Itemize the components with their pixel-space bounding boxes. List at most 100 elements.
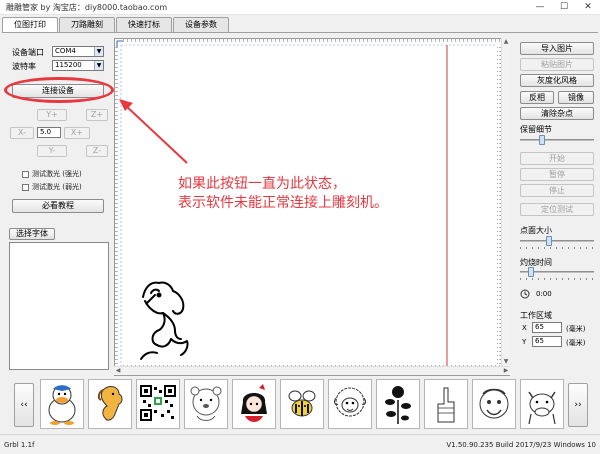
test-laser-strong-label: 测试激光 (强光) (32, 170, 82, 178)
annotation-line-1: 如果此按钮一直为此状态， (178, 176, 346, 192)
maximize-button[interactable]: ☐ (552, 0, 576, 15)
gallery-item-bear[interactable] (184, 379, 228, 429)
jog-y-plus-button[interactable]: Y+ (37, 109, 67, 121)
start-button[interactable]: 开始 (520, 152, 594, 165)
duck-icon (48, 385, 76, 425)
canvas-horizontal-scrollbar[interactable]: ◀ ▶ (114, 366, 510, 375)
hand-icon (437, 387, 455, 423)
keep-detail-slider[interactable] (518, 134, 596, 148)
invert-button[interactable]: 反相 (520, 91, 554, 104)
tab-toolpath-engrave[interactable]: 刀路雕刻 (59, 17, 115, 32)
checkbox-box (22, 183, 29, 191)
slider-ticks (520, 278, 594, 280)
right-panel: 导入图片 粘贴图片 灰度化风格 反相 镜像 清除杂点 保留细节 开始 暂停 停止… (512, 38, 600, 378)
port-select[interactable]: COM4 ▼ (52, 46, 104, 57)
tab-quick-mark[interactable]: 快速打标 (116, 17, 172, 32)
gallery-item-qr-code[interactable] (136, 379, 180, 429)
jog-x-plus-button[interactable]: X+ (64, 127, 90, 139)
top-ruler (121, 39, 501, 43)
jog-step-input[interactable]: 5.0 (37, 127, 61, 138)
flower-icon (385, 386, 411, 424)
minimize-button[interactable]: — (528, 0, 552, 15)
slider-thumb[interactable] (545, 236, 552, 246)
horse-icon (97, 386, 123, 421)
stop-button[interactable]: 停止 (520, 184, 594, 197)
image-gallery: ‹‹ ›› (0, 379, 600, 431)
x-label: X (522, 324, 527, 332)
jog-z-plus-button[interactable]: Z+ (86, 109, 108, 121)
canvas-vertical-scrollbar[interactable]: ▲ ▼ (501, 38, 510, 366)
dot-size-slider[interactable] (518, 235, 596, 249)
scroll-right-icon[interactable]: ▶ (502, 367, 510, 375)
title-bar: 雕雕管家 by 淘宝店：diy8000.taobao.com — ☐ ✕ (0, 0, 600, 15)
tab-device-params[interactable]: 设备参数 (173, 17, 229, 32)
tutorial-button[interactable]: 必看教程 (12, 199, 104, 213)
gallery-item-cow[interactable] (520, 379, 564, 429)
port-value: COM4 (55, 47, 76, 55)
locate-test-button[interactable]: 定位测试 (520, 203, 594, 216)
test-laser-weak-label: 测试激光 (弱光) (32, 183, 82, 191)
software-version: V1.50.90.235 Build 2017/9/23 Windows 10 (446, 440, 596, 449)
status-bar: Grbl 1.1f V1.50.90.235 Build 2017/9/23 W… (0, 434, 600, 454)
work-area-y-input[interactable]: 65 (532, 336, 562, 347)
time-display: 0:00 (520, 289, 552, 299)
horse-sketch (140, 281, 189, 360)
checkbox-box (22, 170, 29, 178)
baud-select[interactable]: 115200 ▼ (52, 60, 104, 71)
baud-label: 波特率 (12, 62, 36, 71)
font-list[interactable] (9, 242, 109, 370)
burn-time-slider[interactable] (518, 266, 596, 280)
jog-x-minus-button[interactable]: X- (10, 127, 34, 139)
tab-bitmap-print[interactable]: 位图打印 (2, 17, 58, 33)
work-area-x-input[interactable]: 65 (532, 322, 562, 333)
scroll-left-icon[interactable]: ◀ (114, 367, 122, 375)
gallery-item-horse[interactable] (88, 379, 132, 429)
slider-track (520, 240, 594, 242)
gallery-item-anime-girl[interactable] (232, 379, 276, 429)
engrave-canvas[interactable]: 如果此按钮一直为此状态， 表示软件未能正常连接上雕刻机。 (114, 38, 510, 376)
firmware-version: Grbl 1.1f (4, 440, 35, 449)
test-laser-strong-checkbox[interactable]: 测试激光 (强光) (22, 169, 82, 179)
y-label: Y (522, 338, 527, 346)
gallery-item-hand[interactable] (424, 379, 468, 429)
gallery-next-button[interactable]: ›› (568, 383, 588, 427)
tab-bar: 位图打印 刀路雕刻 快速打标 设备参数 (2, 17, 230, 33)
gallery-item-duck[interactable] (40, 379, 84, 429)
chevron-down-icon: ▼ (94, 47, 103, 56)
gallery-item-face[interactable] (472, 379, 516, 429)
port-label: 设备端口 (12, 48, 44, 57)
highlight-oval (4, 77, 114, 103)
slider-ticks (520, 247, 594, 249)
test-laser-weak-checkbox[interactable]: 测试激光 (弱光) (22, 182, 82, 192)
scroll-down-icon[interactable]: ▼ (503, 358, 509, 366)
x-unit: (毫米) (566, 325, 586, 333)
work-area-label: 工作区域 (520, 311, 552, 320)
gallery-item-bee[interactable] (280, 379, 324, 429)
chevron-down-icon: ▼ (94, 61, 103, 70)
face-icon (479, 388, 509, 419)
clear-noise-button[interactable]: 清除杂点 (520, 107, 594, 120)
gallery-item-sheep[interactable] (328, 379, 372, 429)
sheep-icon (334, 387, 366, 417)
left-ruler (115, 45, 119, 367)
mirror-button[interactable]: 镜像 (558, 91, 594, 104)
gallery-prev-button[interactable]: ‹‹ (14, 383, 34, 427)
close-button[interactable]: ✕ (576, 0, 600, 15)
jog-y-minus-button[interactable]: Y- (37, 145, 67, 157)
cow-icon (528, 391, 556, 425)
jog-z-minus-button[interactable]: Z- (86, 145, 108, 157)
clock-icon (520, 289, 530, 299)
grayscale-button[interactable]: 灰度化风格 (520, 74, 594, 87)
slider-thumb[interactable] (528, 267, 535, 277)
baud-value: 115200 (55, 61, 82, 69)
gallery-item-flower[interactable] (376, 379, 420, 429)
scroll-up-icon[interactable]: ▲ (503, 38, 509, 46)
select-font-button[interactable]: 选择字体 (9, 228, 55, 240)
paste-image-button[interactable]: 粘贴图片 (520, 58, 594, 71)
slider-track (520, 139, 594, 141)
pause-button[interactable]: 暂停 (520, 168, 594, 181)
bear-icon (190, 386, 222, 421)
import-image-button[interactable]: 导入图片 (520, 42, 594, 55)
annotation-arrow (119, 99, 188, 164)
slider-thumb[interactable] (539, 135, 546, 145)
